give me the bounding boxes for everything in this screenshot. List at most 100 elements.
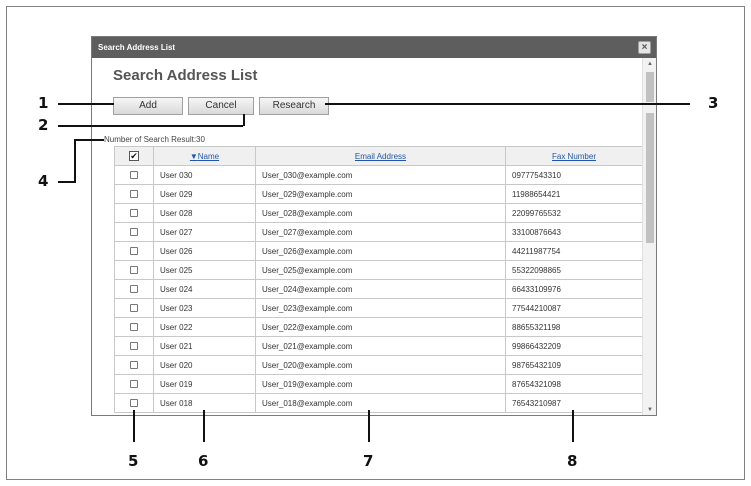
table-row[interactable]: User 020 User_020@example.com 98765432109 [114,355,643,375]
row-fax: 77544210087 [505,298,643,318]
row-checkbox-cell [114,260,154,280]
row-email: User_022@example.com [255,317,506,337]
row-email: User_020@example.com [255,355,506,375]
row-checkbox-cell [114,298,154,318]
scroll-down-icon[interactable]: ▼ [643,404,656,415]
row-email: User_021@example.com [255,336,506,356]
row-checkbox[interactable] [130,380,138,389]
row-name: User 027 [153,222,256,242]
row-email: User_026@example.com [255,241,506,261]
table-row[interactable]: User 029 User_029@example.com 11988654421 [114,184,643,204]
row-name: User 021 [153,336,256,356]
row-fax: 98765432109 [505,355,643,375]
row-email: User_023@example.com [255,298,506,318]
row-checkbox[interactable] [130,209,138,218]
dialog-title: Search Address List [98,43,176,52]
row-checkbox[interactable] [130,228,138,237]
row-fax: 11988654421 [505,184,643,204]
row-checkbox[interactable] [130,304,138,313]
name-column-header[interactable]: ▼Name [153,146,256,166]
select-all-checkbox[interactable]: ✔ [129,151,139,161]
row-fax: 44211987754 [505,241,643,261]
row-checkbox-cell [114,279,154,299]
row-checkbox-cell [114,241,154,261]
table-row[interactable]: User 023 User_023@example.com 77544210087 [114,298,643,318]
callout-line-2-vertical [243,114,245,126]
row-checkbox-cell [114,203,154,223]
callout-7: 7 [363,452,374,470]
row-fax: 76543210987 [505,393,643,413]
table-row[interactable]: User 028 User_028@example.com 22099765532 [114,203,643,223]
sort-descending-icon: ▼ [189,151,198,161]
row-name: User 030 [153,165,256,185]
callout-line-4-top [74,139,104,141]
vertical-scrollbar[interactable]: ▲ ▼ [642,58,656,415]
row-checkbox[interactable] [130,190,138,199]
row-fax: 66433109976 [505,279,643,299]
row-name: User 026 [153,241,256,261]
row-email: User_028@example.com [255,203,506,223]
callout-2: 2 [38,116,49,134]
row-email: User_025@example.com [255,260,506,280]
callout-8: 8 [567,452,578,470]
fax-header-label: Fax Number [551,151,596,161]
row-fax: 87654321098 [505,374,643,394]
search-result-count: Number of Search Result:30 [104,135,205,144]
table-row[interactable]: User 018 User_018@example.com 76543210987 [114,393,643,413]
table-row[interactable]: User 027 User_027@example.com 33100876643 [114,222,643,242]
callout-1: 1 [38,94,49,112]
row-name: User 019 [153,374,256,394]
row-email: User_027@example.com [255,222,506,242]
scroll-up-icon[interactable]: ▲ [643,58,656,70]
row-name: User 022 [153,317,256,337]
table-row[interactable]: User 022 User_022@example.com 88655321198 [114,317,643,337]
row-name: User 023 [153,298,256,318]
row-checkbox[interactable] [130,247,138,256]
row-name: User 028 [153,203,256,223]
callout-line-3 [325,103,690,105]
row-email: User_029@example.com [255,184,506,204]
table-row[interactable]: User 024 User_024@example.com 66433109976 [114,279,643,299]
row-name: User 029 [153,184,256,204]
row-checkbox-cell [114,184,154,204]
row-fax: 22099765532 [505,203,643,223]
callout-line-8 [572,410,574,442]
row-email: User_019@example.com [255,374,506,394]
callout-line-2 [58,125,243,127]
row-email: User_024@example.com [255,279,506,299]
table-row[interactable]: User 019 User_019@example.com 87654321098 [114,374,643,394]
table-row[interactable]: User 026 User_026@example.com 44211987754 [114,241,643,261]
row-checkbox-cell [114,165,154,185]
callout-line-5 [133,410,135,442]
cancel-button[interactable]: Cancel [188,97,254,115]
row-checkbox[interactable] [130,266,138,275]
row-checkbox[interactable] [130,171,138,180]
callout-4: 4 [38,172,49,190]
table-row[interactable]: User 021 User_021@example.com 99866432209 [114,336,643,356]
row-checkbox[interactable] [130,399,138,408]
table-row[interactable]: User 025 User_025@example.com 55322098865 [114,260,643,280]
add-button[interactable]: Add [113,97,183,115]
row-checkbox-cell [114,222,154,242]
row-email: User_018@example.com [255,393,506,413]
fax-column-header[interactable]: Fax Number [505,146,643,166]
callout-6: 6 [198,452,209,470]
row-checkbox[interactable] [130,361,138,370]
dialog-titlebar: Search Address List × [92,37,656,58]
row-checkbox[interactable] [130,342,138,351]
research-button[interactable]: Research [259,97,329,115]
table-row[interactable]: User 030 User_030@example.com 09777543310 [114,165,643,185]
callout-5: 5 [128,452,139,470]
row-name: User 020 [153,355,256,375]
dialog-content: Search Address List Add Cancel Research … [92,58,643,415]
row-checkbox[interactable] [130,285,138,294]
row-name: User 024 [153,279,256,299]
callout-line-4-vertical [74,139,76,183]
scrollbar-thumb[interactable] [646,72,654,102]
row-fax: 09777543310 [505,165,643,185]
row-checkbox[interactable] [130,323,138,332]
close-icon[interactable]: × [638,41,651,54]
row-email: User_030@example.com [255,165,506,185]
callout-line-7 [368,410,370,442]
email-column-header[interactable]: Email Address [255,146,506,166]
